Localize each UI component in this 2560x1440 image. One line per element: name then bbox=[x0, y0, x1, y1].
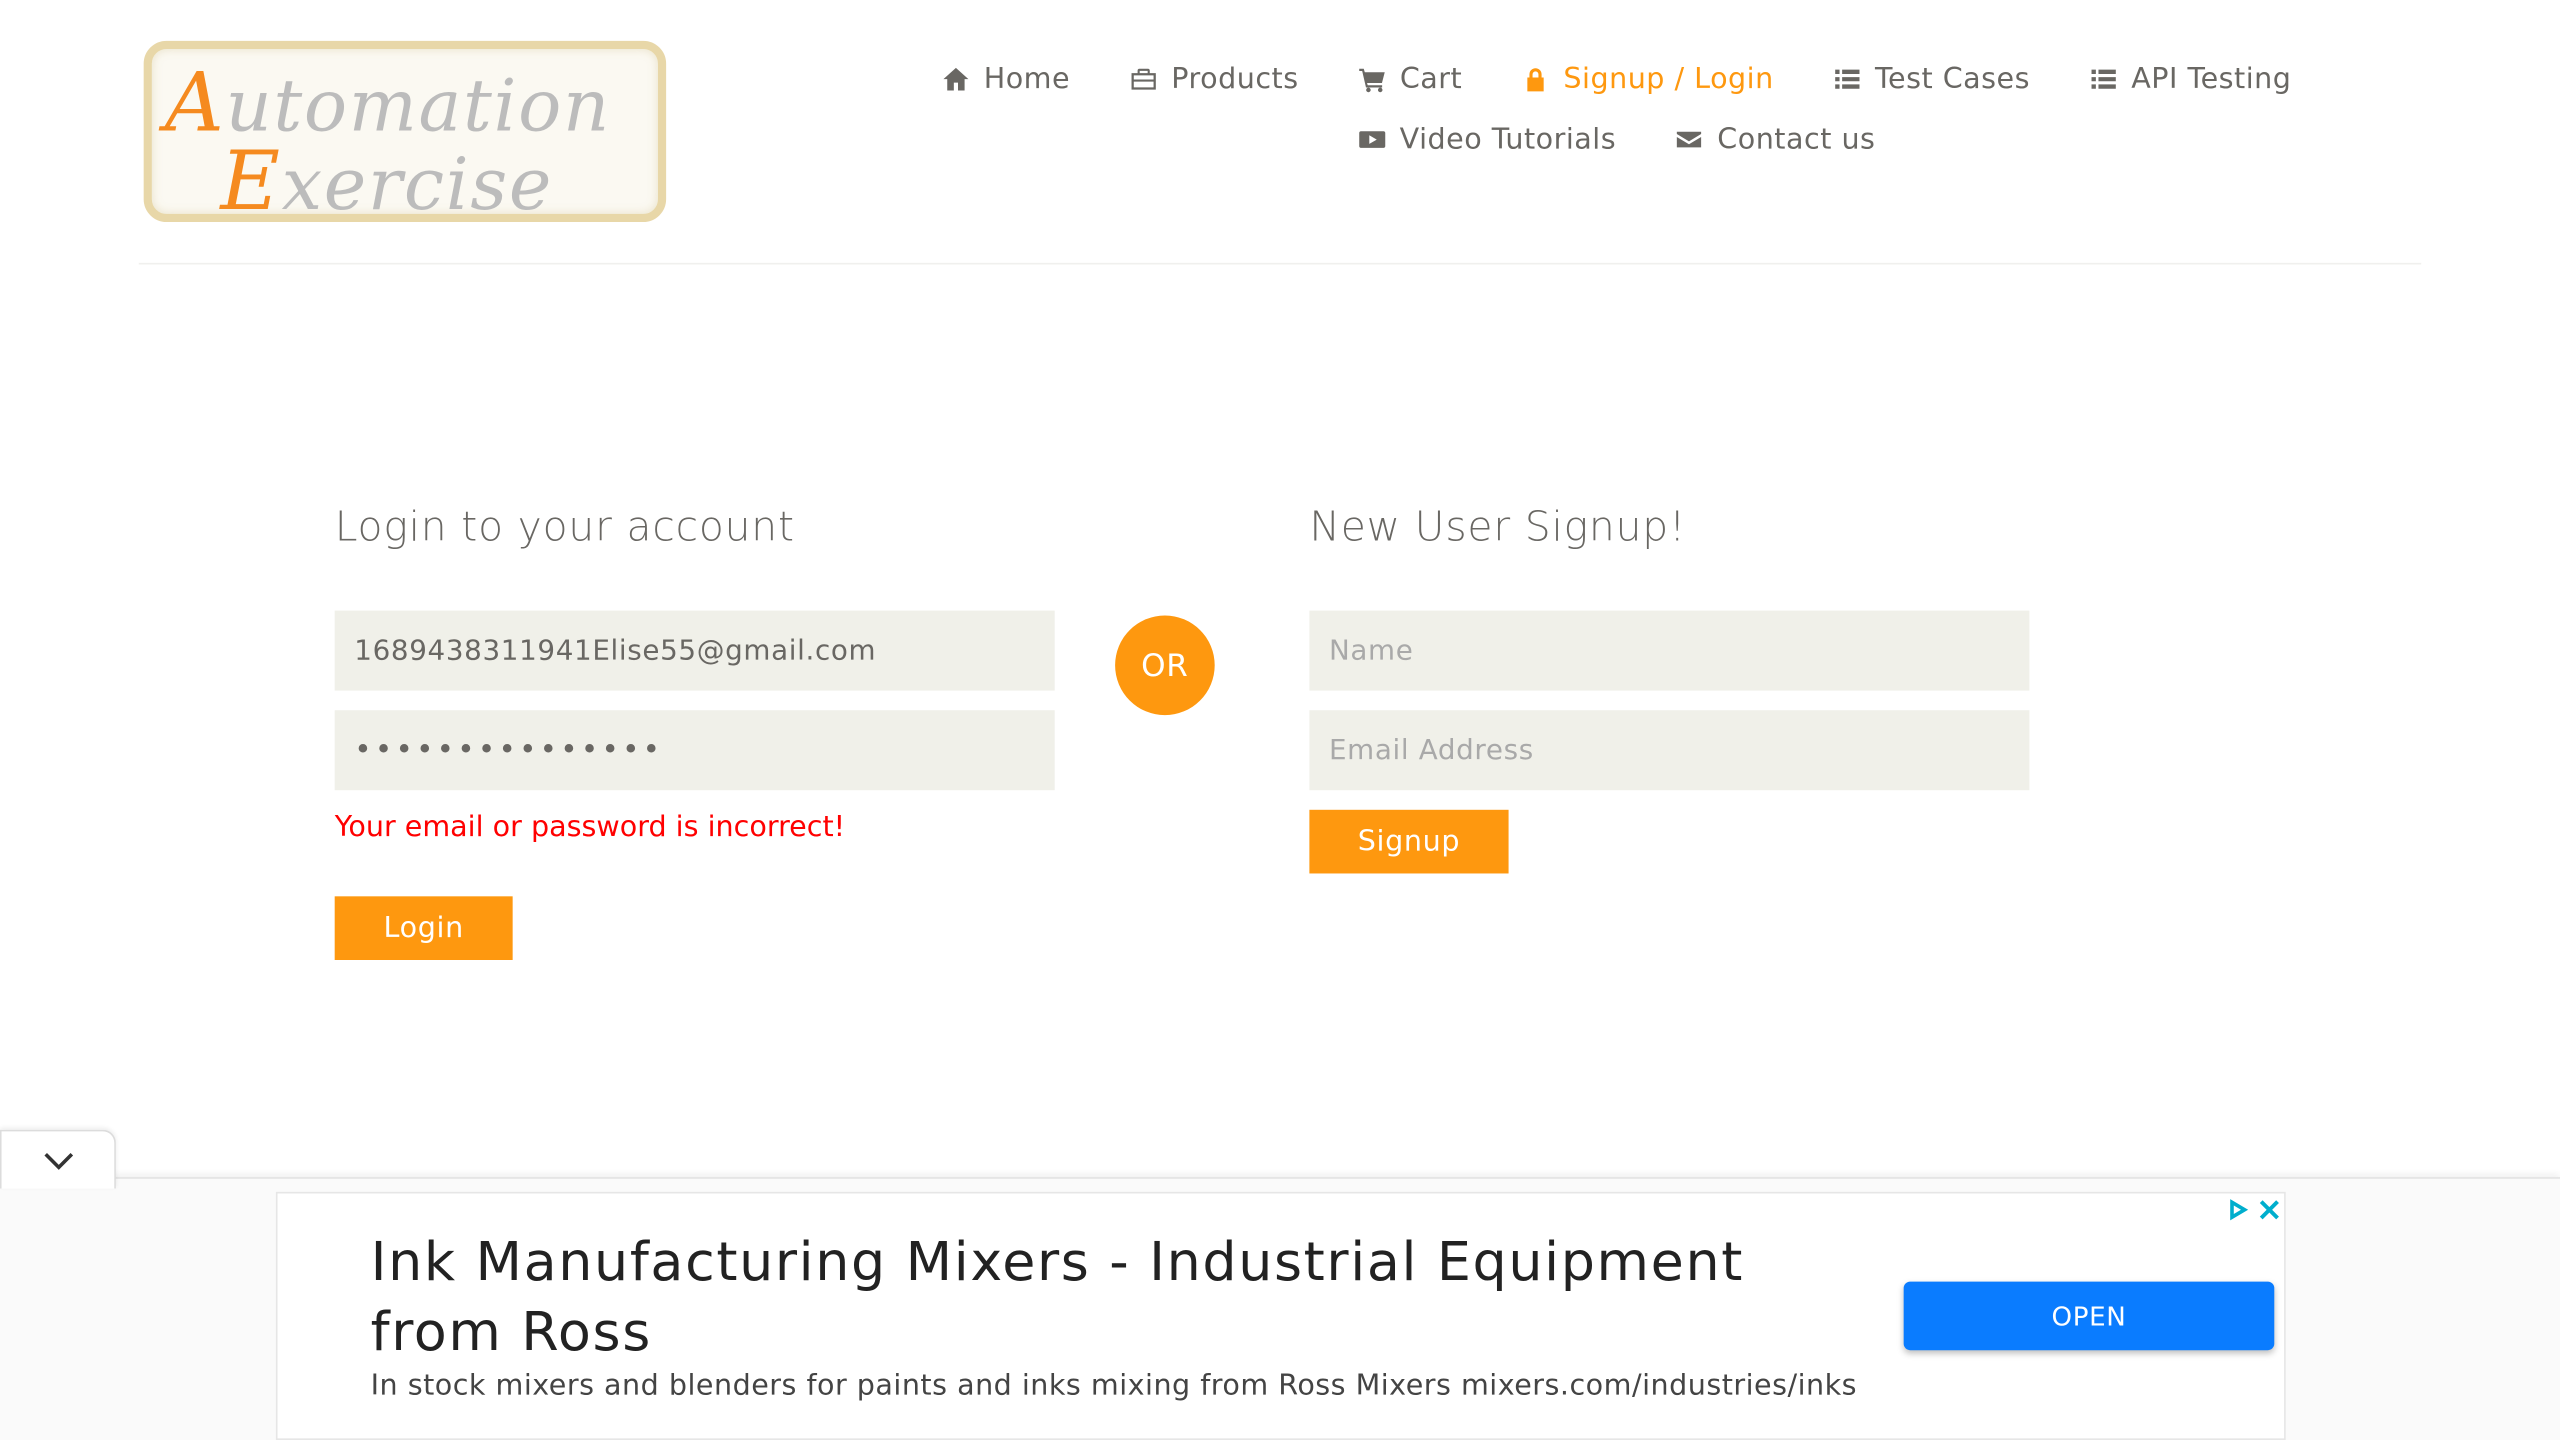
nav-item-video-tutorials[interactable]: Video Tutorials bbox=[1357, 123, 1616, 156]
nav-item-label: Video Tutorials bbox=[1399, 123, 1617, 156]
nav-item-label: Test Cases bbox=[1874, 62, 2031, 96]
close-icon[interactable] bbox=[2255, 1195, 2284, 1224]
ad-description[interactable]: In stock mixers and blenders for paints … bbox=[371, 1370, 1857, 1403]
signup-email-input[interactable] bbox=[1309, 710, 2030, 791]
logo-line-exercise: Exercise bbox=[220, 133, 554, 229]
envelope-icon bbox=[1675, 125, 1704, 154]
site-logo[interactable]: Automation Exercise bbox=[143, 40, 667, 229]
nav-item-label: Products bbox=[1171, 62, 1299, 96]
nav-item-label: Signup / Login bbox=[1563, 62, 1774, 96]
page: Automation Exercise Home Products Cart S… bbox=[0, 0, 2560, 1440]
nav-item-home[interactable]: Home bbox=[941, 63, 1070, 96]
login-password-input[interactable] bbox=[334, 710, 1055, 791]
ad-open-button[interactable]: OPEN bbox=[1903, 1281, 2275, 1351]
signup-form-title: New User Signup! bbox=[1309, 502, 1687, 551]
chevron-down-icon bbox=[43, 1152, 73, 1170]
nav-item-signup-login[interactable]: Signup / Login bbox=[1521, 63, 1774, 96]
home-icon bbox=[941, 64, 970, 93]
nav-item-products[interactable]: Products bbox=[1129, 63, 1299, 96]
nav-item-test-cases[interactable]: Test Cases bbox=[1832, 63, 2030, 96]
nav-row-1: Home Products Cart Signup / Login Test C… bbox=[914, 49, 2318, 109]
ad-headline[interactable]: Ink Manufacturing Mixers - Industrial Eq… bbox=[371, 1226, 1840, 1366]
youtube-play-icon bbox=[1357, 125, 1386, 154]
nav-item-label: Contact us bbox=[1717, 123, 1876, 156]
nav-item-label: Home bbox=[983, 62, 1071, 96]
login-button[interactable]: Login bbox=[334, 896, 513, 960]
signup-name-input[interactable] bbox=[1309, 610, 2030, 691]
nav-item-label: API Testing bbox=[2131, 62, 2292, 96]
login-error-message: Your email or password is incorrect! bbox=[334, 811, 846, 845]
ad-collapse-toggle[interactable] bbox=[0, 1129, 116, 1189]
ad-choices-icon[interactable] bbox=[2224, 1195, 2253, 1224]
logo-line-automation: Automation bbox=[164, 55, 611, 151]
nav-item-contact-us[interactable]: Contact us bbox=[1675, 123, 1876, 156]
signup-button[interactable]: Signup bbox=[1309, 809, 1509, 874]
list-icon bbox=[1832, 64, 1861, 93]
nav-item-label: Cart bbox=[1399, 62, 1463, 96]
lock-icon bbox=[1521, 64, 1550, 93]
nav-item-cart[interactable]: Cart bbox=[1357, 63, 1462, 96]
nav-item-api-testing[interactable]: API Testing bbox=[2089, 63, 2292, 96]
ad-banner[interactable]: Ink Manufacturing Mixers - Industrial Eq… bbox=[275, 1191, 2286, 1440]
list-icon bbox=[2089, 64, 2118, 93]
header-divider bbox=[138, 262, 2422, 265]
nav-row-2: Video Tutorials Contact us bbox=[914, 109, 2318, 169]
login-form-title: Login to your account bbox=[334, 502, 795, 551]
main-nav: Home Products Cart Signup / Login Test C… bbox=[914, 49, 2318, 170]
login-email-input[interactable] bbox=[334, 610, 1055, 691]
cart-icon bbox=[1357, 64, 1386, 93]
briefcase-icon bbox=[1129, 64, 1158, 93]
or-divider: OR bbox=[1115, 615, 1215, 716]
